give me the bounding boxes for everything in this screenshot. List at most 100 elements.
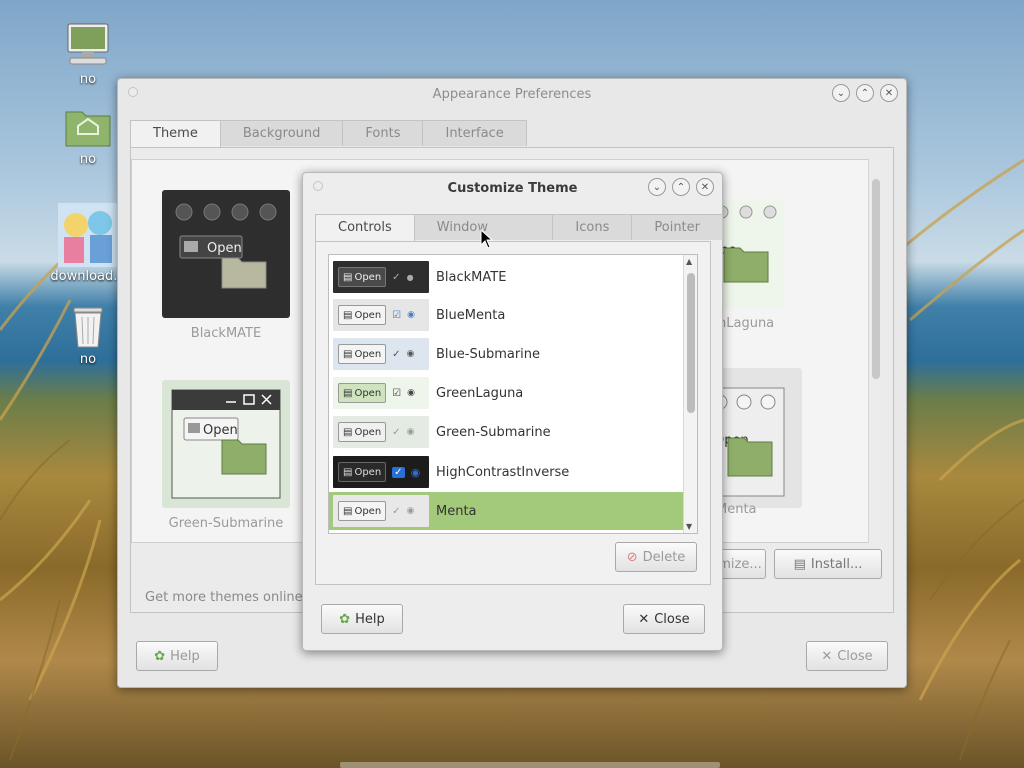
tab-icons[interactable]: Icons <box>552 214 633 240</box>
customize-theme-dialog: Customize Theme ⌄ ⌃ ✕ Controls Window Bo… <box>302 172 723 651</box>
close-button[interactable]: ✕ Close <box>623 604 705 634</box>
maximize-button[interactable]: ⌃ <box>672 178 690 196</box>
tab-theme[interactable]: Theme <box>130 120 221 148</box>
theme-preview-text: Open <box>207 241 242 256</box>
install-icon: ▤ <box>793 556 806 572</box>
theme-preview: Open <box>711 368 802 508</box>
radio-icon: ◉ <box>406 349 415 359</box>
help-button[interactable]: ✿ Help <box>321 604 403 634</box>
close-button[interactable]: ✕ <box>696 178 714 196</box>
scroll-up-icon[interactable]: ▲ <box>686 257 692 266</box>
theme-thumb-menta[interactable]: Open Menta <box>711 368 840 517</box>
theme-preview: Open <box>162 380 290 508</box>
install-button-label: Install... <box>810 556 863 572</box>
tab-background[interactable]: Background <box>219 120 344 146</box>
desktop-icon-label: download.p <box>50 269 126 284</box>
close-dialog-button[interactable]: ✕ Close <box>806 641 888 671</box>
theme-name: BlackMATE <box>436 269 507 285</box>
image-file-icon <box>58 203 118 267</box>
theme-label: Green-Submarine <box>168 516 284 531</box>
folder-icon: ▤ <box>343 505 353 517</box>
dialog-title: Customize Theme <box>447 180 578 196</box>
computer-icon <box>62 22 114 70</box>
customize-button-label: mize... <box>718 556 762 572</box>
close-button-label: Close <box>837 648 873 664</box>
delete-icon: ⊘ <box>626 549 638 565</box>
desktop-icon-home[interactable]: no <box>48 102 128 167</box>
preview-open-button: ▤ Open <box>338 344 387 364</box>
window-title: Appearance Preferences <box>432 86 592 102</box>
help-button-label: Help <box>355 611 385 627</box>
list-item[interactable]: ▤ Open ☑ ◉ BlueMenta <box>329 296 684 334</box>
theme-label: BlackMATE <box>190 326 262 341</box>
desktop-icon-computer[interactable]: no <box>48 22 128 87</box>
list-item[interactable]: ▤ Open ☑ ◉ GreenLaguna <box>329 374 684 412</box>
close-icon: ✕ <box>884 87 894 99</box>
check-icon: ✓ <box>392 348 401 360</box>
theme-preview: ▤ Open ✓ ◉ <box>333 495 429 527</box>
desktop-icon-download[interactable]: download.p <box>48 203 128 284</box>
close-button-label: Close <box>654 611 690 627</box>
titlebar[interactable]: Customize Theme ⌄ ⌃ ✕ <box>303 173 722 203</box>
desktop-icon-trash[interactable]: no <box>48 302 128 367</box>
theme-thumb-green-submarine[interactable]: Open Green-Submarine <box>162 380 290 531</box>
preview-open-button: ▤ Open <box>338 422 387 442</box>
folder-icon: ▤ <box>343 309 353 321</box>
theme-preview: ▤ Open ☑ ◉ <box>333 377 429 409</box>
theme-name: Menta <box>436 503 477 519</box>
home-folder-icon <box>62 102 114 150</box>
radio-icon: ◉ <box>406 506 415 516</box>
theme-name: Green-Submarine <box>436 424 551 440</box>
window-menu-dot[interactable] <box>128 87 138 97</box>
help-icon: ✿ <box>339 611 351 627</box>
taskbar-edge <box>340 762 720 768</box>
help-button[interactable]: ✿ Help <box>136 641 218 671</box>
titlebar[interactable]: Appearance Preferences ⌄ ⌃ ✕ <box>118 79 906 109</box>
controls-theme-list[interactable]: ▤ Open ✓ ● BlackMATE ▤ Open ☑ ◉ BlueMenta ▤ O… <box>328 254 698 534</box>
theme-name: GreenLaguna <box>436 385 524 401</box>
theme-name: BlueMenta <box>436 307 506 323</box>
install-button[interactable]: ▤ Install... <box>774 549 882 579</box>
chevron-down-icon: ⌄ <box>652 181 662 193</box>
list-item[interactable]: ▤ Open ✓ ◉ Green-Submarine <box>329 413 684 451</box>
list-item[interactable]: ▤ Open ✓ ● BlackMATE <box>329 258 684 296</box>
scroll-down-icon[interactable]: ▼ <box>686 522 692 531</box>
check-icon: ☑ <box>392 309 402 321</box>
radio-icon: ● <box>406 272 414 282</box>
tab-controls[interactable]: Controls <box>315 214 415 242</box>
check-icon: ✓ <box>392 466 405 478</box>
minimize-button[interactable]: ⌄ <box>648 178 666 196</box>
tab-interface[interactable]: Interface <box>422 120 527 146</box>
list-item-selected[interactable]: ▤ Open ✓ ◉ Menta <box>329 492 684 530</box>
close-icon: ✕ <box>638 611 650 627</box>
folder-icon: ▤ <box>343 466 353 478</box>
theme-preview: Open <box>162 190 290 318</box>
theme-preview: ▤ Open ✓ ◉ <box>333 338 429 370</box>
check-icon: ✓ <box>392 505 401 517</box>
minimize-button[interactable]: ⌄ <box>832 84 850 102</box>
maximize-button[interactable]: ⌃ <box>856 84 874 102</box>
help-icon: ✿ <box>154 648 166 664</box>
get-more-themes-link[interactable]: Get more themes online <box>145 590 303 605</box>
theme-name: Blue-Submarine <box>436 346 541 362</box>
theme-scrollbar[interactable] <box>868 159 882 543</box>
list-item[interactable]: ▤ Open ✓ ◉ Blue-Submarine <box>329 335 684 373</box>
list-scrollbar[interactable]: ▲ ▼ <box>683 255 697 533</box>
close-icon: ✕ <box>700 181 710 193</box>
tab-pointer[interactable]: Pointer <box>631 214 723 240</box>
theme-thumb-greenlaguna[interactable]: Ope enLaguna <box>710 200 838 331</box>
delete-button[interactable]: ⊘ Delete <box>615 542 697 572</box>
check-icon: ✓ <box>392 426 401 438</box>
scroll-thumb[interactable] <box>687 273 695 413</box>
chevron-up-icon: ⌃ <box>860 87 870 99</box>
list-item[interactable]: ▤ Open ✓ ◉ HighContrastInverse <box>329 453 684 491</box>
radio-icon: ◉ <box>407 388 415 398</box>
theme-thumb-blackmate[interactable]: Open BlackMATE <box>162 190 290 341</box>
theme-preview: ▤ Open ✓ ◉ <box>333 456 429 488</box>
folder-icon: ▤ <box>343 387 353 399</box>
radio-icon: ◉ <box>406 427 415 437</box>
tab-fonts[interactable]: Fonts <box>342 120 424 146</box>
tab-bar: Theme Background Fonts Interface <box>130 120 527 148</box>
window-menu-dot[interactable] <box>313 181 323 191</box>
close-button[interactable]: ✕ <box>880 84 898 102</box>
